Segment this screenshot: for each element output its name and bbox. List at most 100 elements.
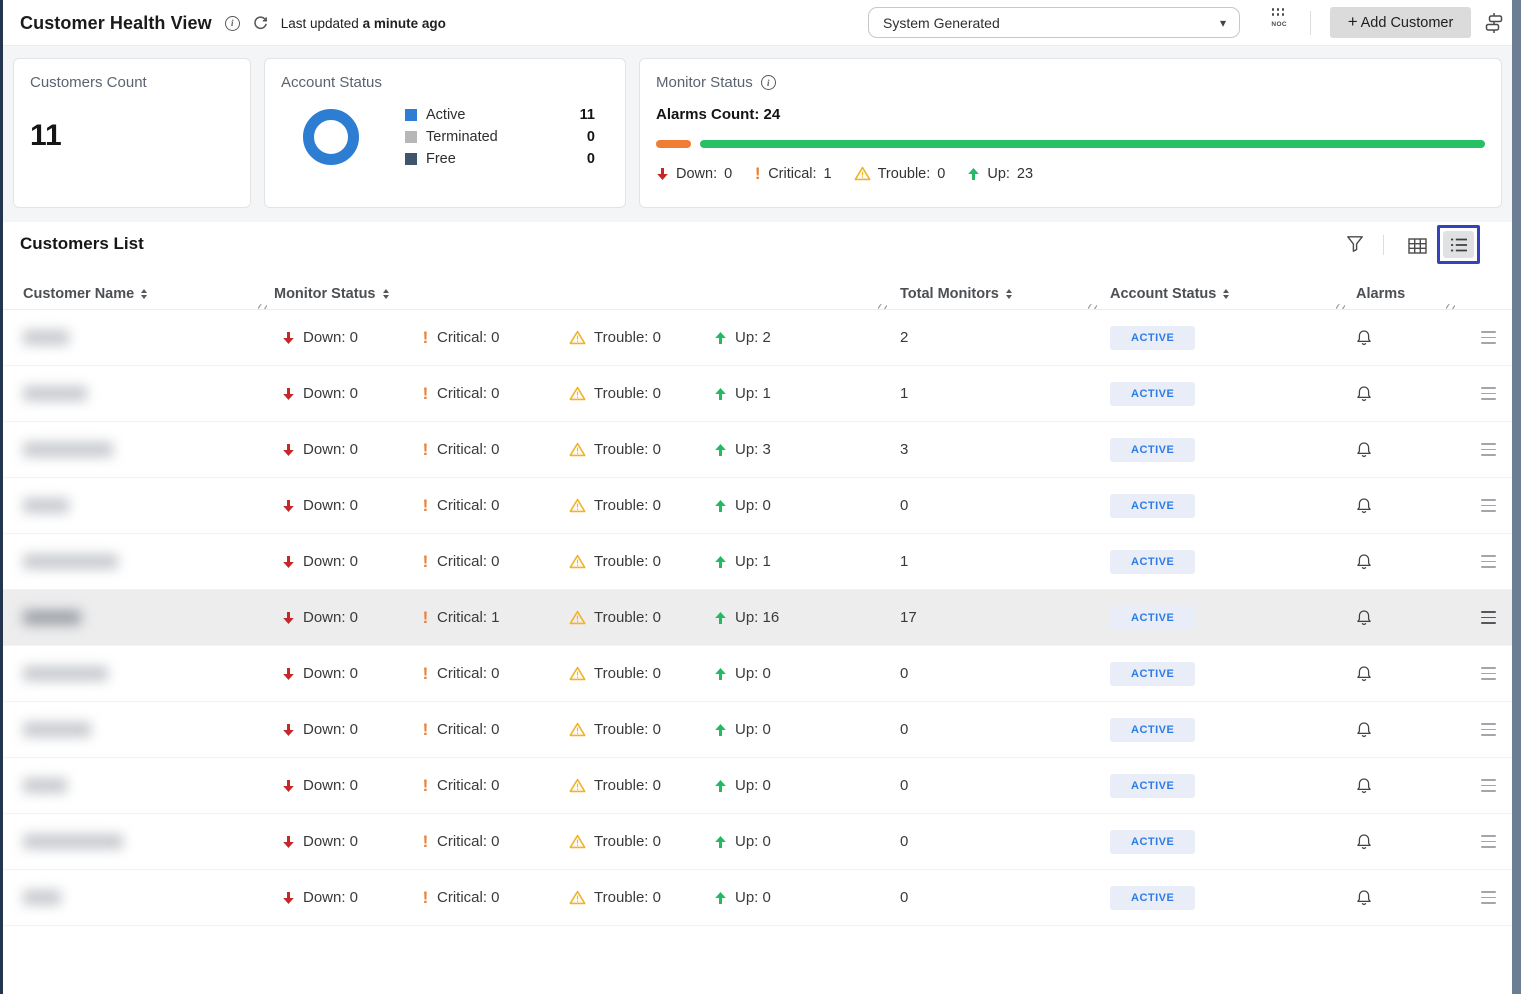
row-stat-critical: ! Critical: 0	[410, 553, 557, 570]
status-badge: ACTIVE	[1110, 494, 1195, 518]
last-updated-text: Last updated a minute ago	[281, 16, 446, 31]
row-menu-icon[interactable]	[1481, 331, 1496, 343]
alarm-bar-critical	[656, 140, 691, 148]
row-menu-icon[interactable]	[1481, 723, 1496, 735]
bell-icon[interactable]	[1356, 329, 1372, 346]
row-stat-critical: ! Critical: 0	[410, 329, 557, 346]
bell-icon[interactable]	[1356, 609, 1372, 626]
customer-name-cell	[20, 610, 270, 625]
status-badge: ACTIVE	[1110, 438, 1195, 462]
filter-icon[interactable]	[1346, 235, 1364, 258]
critical-icon: !	[422, 721, 429, 738]
customers-count-value: 11	[30, 119, 234, 153]
customers-list-title: Customers List	[20, 234, 144, 254]
row-stat-up: Up: 0	[702, 665, 890, 682]
total-monitors-cell: 0	[890, 665, 1100, 682]
summary-cards-band: Customers Count 11 Account Status Active…	[3, 46, 1512, 222]
row-menu-icon[interactable]	[1481, 611, 1496, 623]
monitor-status-cell: Down: 0 ! Critical: 0 Trouble: 0 Up: 3	[270, 422, 890, 477]
up-arrow-icon	[714, 723, 727, 737]
table-row[interactable]: Down: 0 ! Critical: 0 Trouble: 0 Up: 0 0…	[3, 758, 1512, 814]
table-header: Customer Name Monitor Status Total Monit…	[3, 278, 1512, 309]
row-menu-icon[interactable]	[1481, 387, 1496, 399]
table-row[interactable]: Down: 0 ! Critical: 0 Trouble: 0 Up: 3 3…	[3, 422, 1512, 478]
column-header-menu	[1458, 278, 1512, 309]
table-row[interactable]: Down: 0 ! Critical: 0 Trouble: 0 Up: 0 0…	[3, 814, 1512, 870]
row-menu-icon[interactable]	[1481, 891, 1496, 903]
column-header-account-status[interactable]: Account Status	[1100, 278, 1348, 309]
monitor-status-cell: Down: 0 ! Critical: 0 Trouble: 0 Up: 1	[270, 534, 890, 589]
table-row[interactable]: Down: 0 ! Critical: 0 Trouble: 0 Up: 0 0…	[3, 478, 1512, 534]
column-header-customer-name[interactable]: Customer Name	[20, 278, 270, 309]
monitor-status-info-icon[interactable]: i	[761, 75, 776, 90]
status-badge: ACTIVE	[1110, 326, 1195, 350]
row-menu-icon[interactable]	[1481, 499, 1496, 511]
critical-icon: !	[422, 329, 429, 346]
table-row[interactable]: Down: 0 ! Critical: 0 Trouble: 0 Up: 1 1…	[3, 366, 1512, 422]
critical-icon: !	[422, 777, 429, 794]
customer-name-cell	[20, 442, 270, 457]
bell-icon[interactable]	[1356, 833, 1372, 850]
bell-icon[interactable]	[1356, 665, 1372, 682]
customer-name-redacted	[23, 834, 123, 849]
table-row[interactable]: Down: 0 ! Critical: 0 Trouble: 0 Up: 0 0…	[3, 870, 1512, 926]
table-row[interactable]: Down: 0 ! Critical: 0 Trouble: 0 Up: 1 1…	[3, 534, 1512, 590]
column-header-total-monitors[interactable]: Total Monitors	[890, 278, 1100, 309]
customize-columns-icon[interactable]	[1483, 12, 1505, 39]
bell-icon[interactable]	[1356, 441, 1372, 458]
row-stat-down: Down: 0	[270, 833, 410, 850]
up-arrow-icon	[714, 891, 727, 905]
alarms-cell	[1348, 329, 1458, 346]
view-dropdown[interactable]: System Generated ▾	[868, 7, 1240, 38]
total-monitors-cell: 2	[890, 329, 1100, 346]
legend-item-terminated: Terminated 0	[405, 129, 609, 145]
add-customer-button[interactable]: + Add Customer	[1330, 7, 1471, 38]
account-status-cell: ACTIVE	[1100, 494, 1348, 518]
noc-view-button[interactable]: NOC	[1271, 8, 1287, 28]
info-icon[interactable]: i	[225, 16, 240, 31]
trouble-triangle-icon	[854, 166, 871, 181]
top-bar: Customer Health View i Last updated a mi…	[3, 0, 1512, 46]
row-stat-up: Up: 0	[702, 777, 890, 794]
row-menu-cell	[1458, 499, 1512, 511]
up-arrow-icon	[967, 167, 980, 181]
bell-icon[interactable]	[1356, 889, 1372, 906]
bell-icon[interactable]	[1356, 553, 1372, 570]
row-menu-icon[interactable]	[1481, 443, 1496, 455]
row-stat-up: Up: 2	[702, 329, 890, 346]
row-menu-cell	[1458, 779, 1512, 791]
list-view-button[interactable]	[1443, 231, 1474, 258]
up-arrow-icon	[714, 499, 727, 513]
bell-icon[interactable]	[1356, 777, 1372, 794]
column-header-monitor-status[interactable]: Monitor Status	[270, 278, 890, 309]
bell-icon[interactable]	[1356, 497, 1372, 514]
table-row[interactable]: Down: 0 ! Critical: 1 Trouble: 0 Up: 16 …	[3, 590, 1512, 646]
table-row[interactable]: Down: 0 ! Critical: 0 Trouble: 0 Up: 2 2…	[3, 310, 1512, 366]
row-menu-icon[interactable]	[1481, 835, 1496, 847]
grid-view-button[interactable]	[1402, 232, 1432, 259]
refresh-icon[interactable]	[253, 16, 268, 31]
row-menu-cell	[1458, 387, 1512, 399]
row-menu-icon[interactable]	[1481, 667, 1496, 679]
alarms-cell	[1348, 889, 1458, 906]
bell-icon[interactable]	[1356, 385, 1372, 402]
row-stat-up: Up: 1	[702, 553, 890, 570]
sort-icon	[1223, 289, 1229, 300]
critical-icon: !	[422, 497, 429, 514]
total-monitors-cell: 0	[890, 497, 1100, 514]
customer-name-cell	[20, 890, 270, 905]
active-swatch	[405, 109, 417, 121]
customer-name-redacted	[23, 666, 108, 681]
sort-icon	[383, 289, 389, 300]
up-arrow-icon	[714, 331, 727, 345]
bell-icon[interactable]	[1356, 721, 1372, 738]
row-stat-down: Down: 0	[270, 553, 410, 570]
down-arrow-icon	[282, 667, 295, 681]
monitor-status-cell: Down: 0 ! Critical: 0 Trouble: 0 Up: 0	[270, 646, 890, 701]
table-row[interactable]: Down: 0 ! Critical: 0 Trouble: 0 Up: 0 0…	[3, 646, 1512, 702]
total-monitors-cell: 0	[890, 833, 1100, 850]
row-menu-icon[interactable]	[1481, 779, 1496, 791]
row-menu-icon[interactable]	[1481, 555, 1496, 567]
table-row[interactable]: Down: 0 ! Critical: 0 Trouble: 0 Up: 0 0…	[3, 702, 1512, 758]
account-status-cell: ACTIVE	[1100, 382, 1348, 406]
